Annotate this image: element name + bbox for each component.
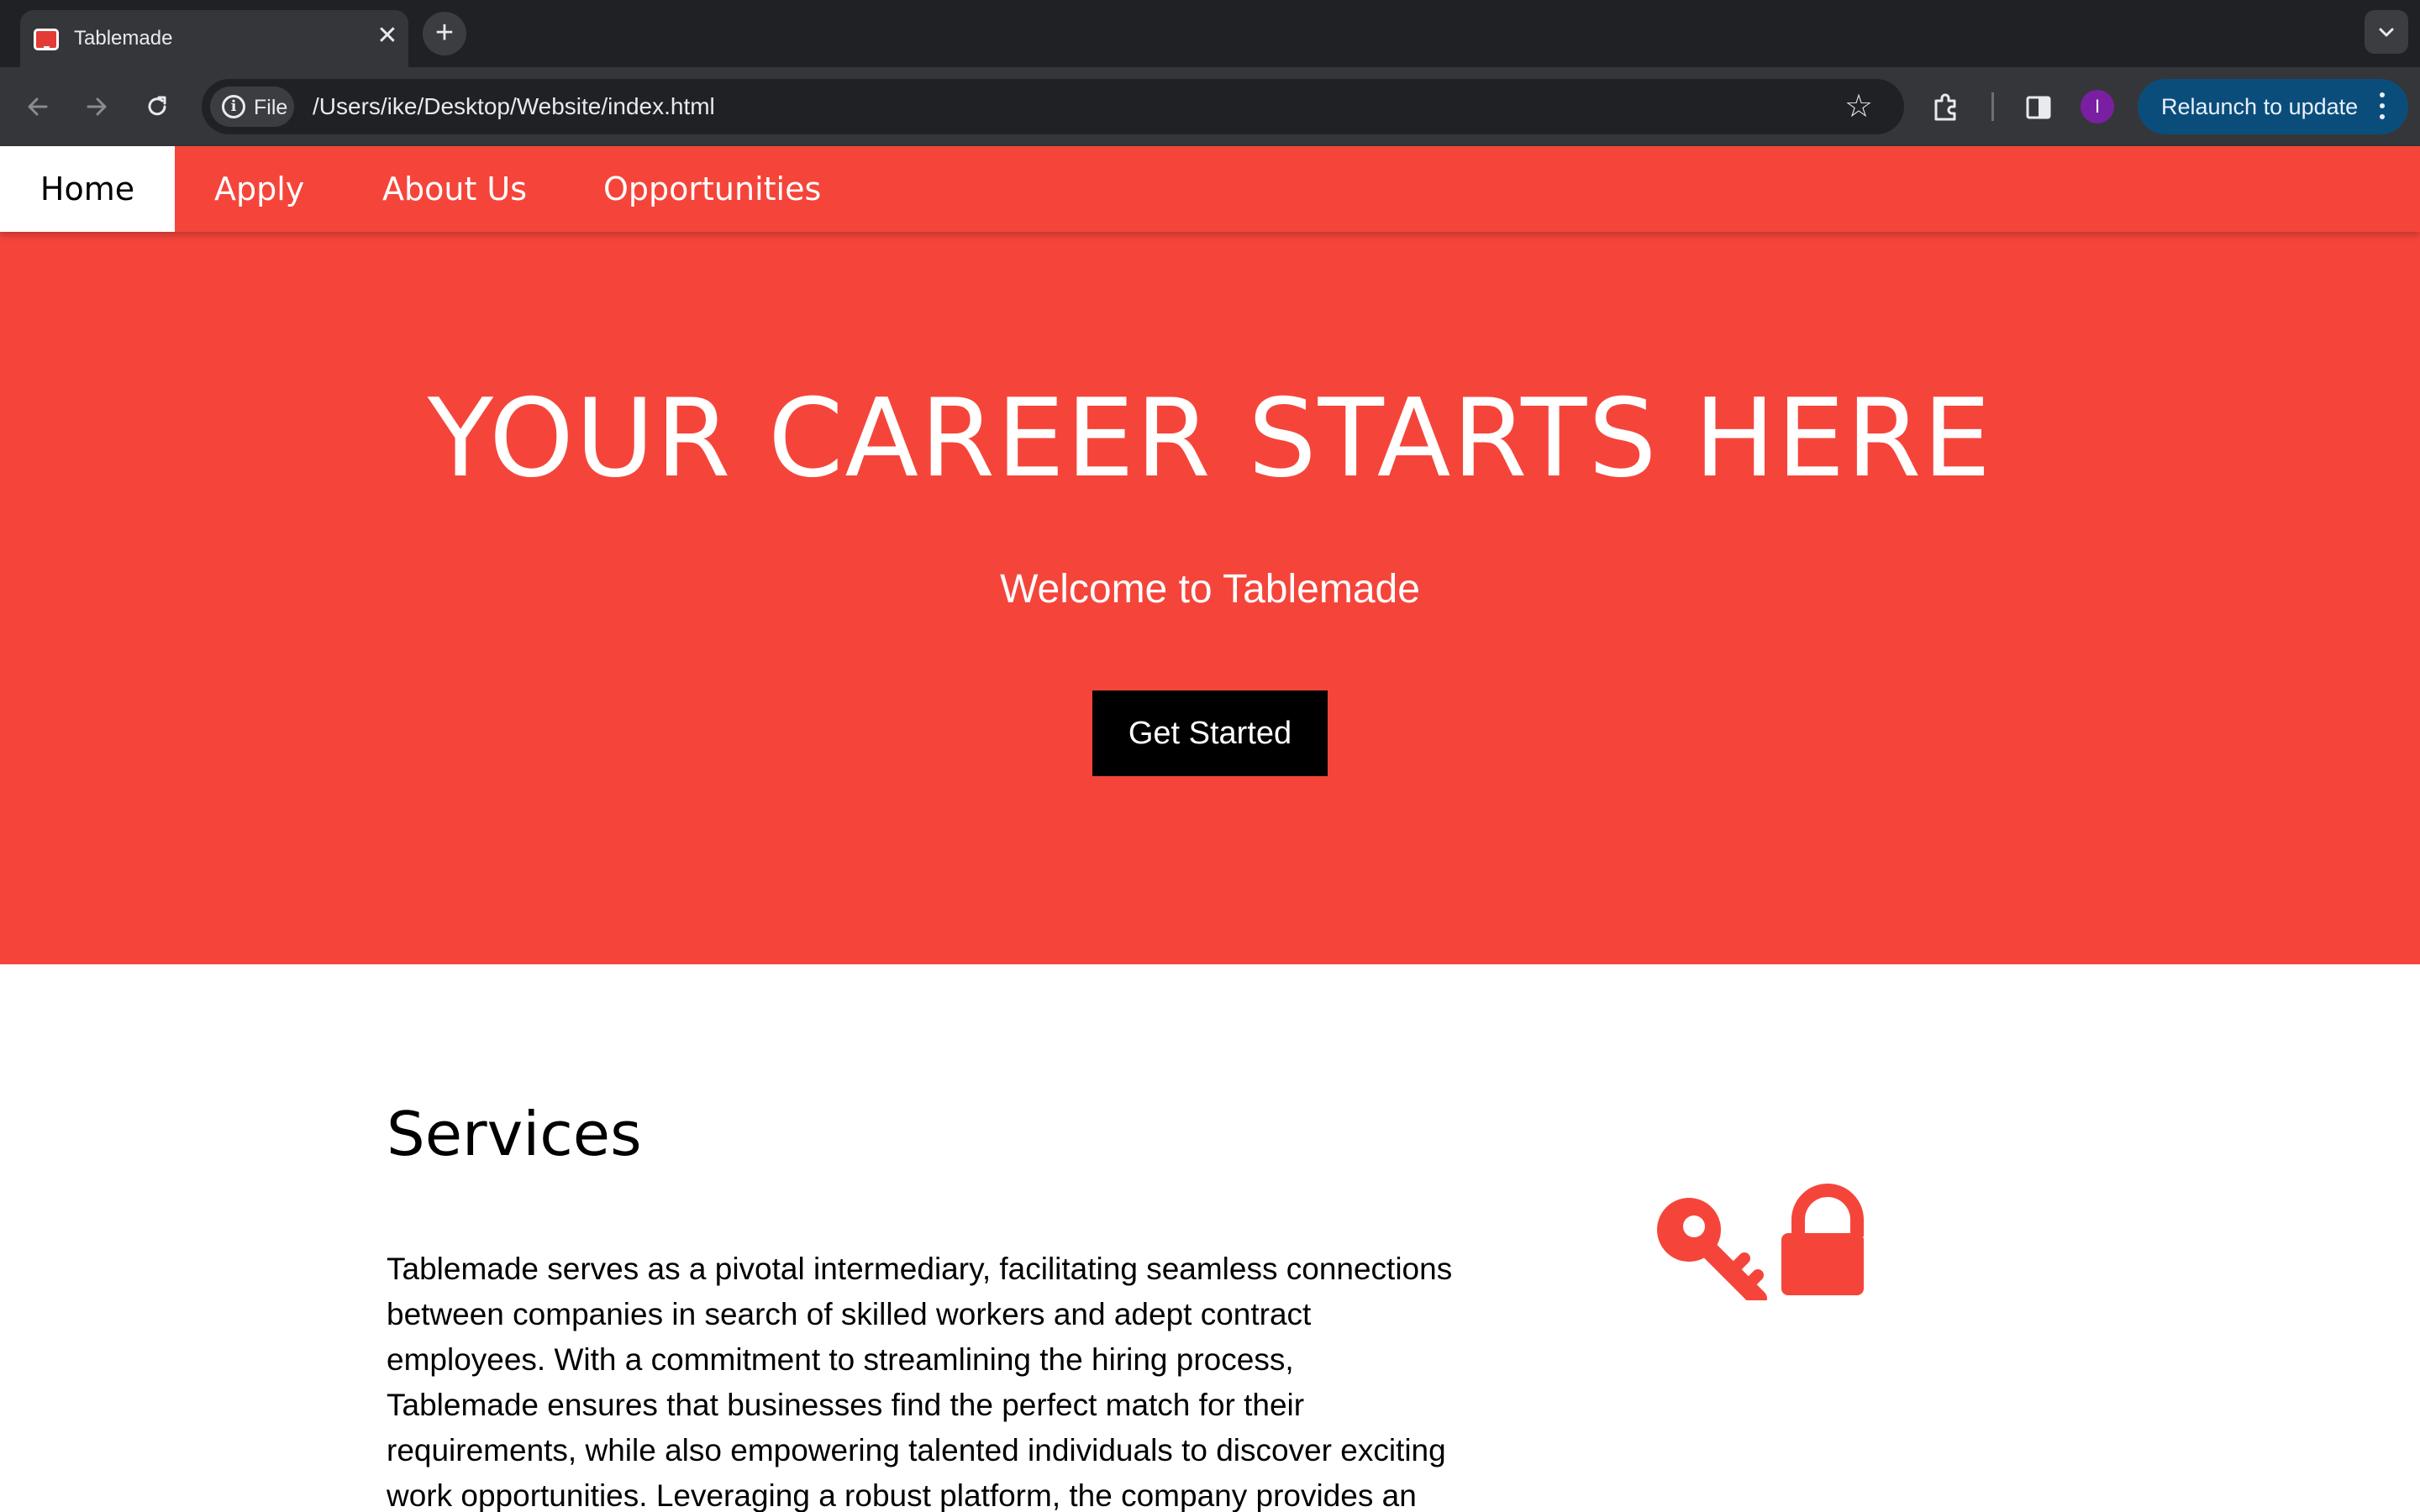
nav-link-opportunities[interactable]: Opportunities <box>603 146 821 232</box>
side-panel-button[interactable] <box>2020 89 2057 126</box>
hero-title: YOUR CAREER STARTS HERE <box>427 376 1993 501</box>
tab-title: Tablemade <box>74 27 173 50</box>
address-bar[interactable]: i File /Users/ike/Desktop/Website/index.… <box>202 79 1904 134</box>
nav-link-home[interactable]: Home <box>0 146 175 232</box>
site-favicon-icon <box>34 29 59 50</box>
relaunch-to-update-button[interactable]: Relaunch to update <box>2138 79 2408 134</box>
url-text[interactable]: /Users/ike/Desktop/Website/index.html <box>313 93 715 120</box>
profile-avatar[interactable]: I <box>2081 90 2114 123</box>
site-navbar: Home Apply About Us Opportunities <box>0 146 2420 232</box>
services-section: Services Tablemade serves as a pivotal i… <box>0 964 2420 1512</box>
browser-tab[interactable]: Tablemade ✕ <box>20 10 408 67</box>
reload-button[interactable] <box>136 86 178 128</box>
toolbar-divider <box>1991 92 1994 121</box>
site-info-label: File <box>254 96 288 119</box>
reload-icon <box>148 96 166 116</box>
services-heading: Services <box>387 1099 642 1169</box>
site-info-button[interactable]: i File <box>210 87 294 127</box>
back-button[interactable] <box>17 86 59 128</box>
chevron-down-icon <box>2379 28 2394 37</box>
tab-close-icon[interactable]: ✕ <box>373 22 402 50</box>
nav-link-apply[interactable]: Apply <box>214 146 304 232</box>
arrow-left-icon <box>28 97 48 116</box>
info-icon: i <box>222 95 245 118</box>
services-description: Tablemade serves as a pivotal intermedia… <box>387 1252 1453 1512</box>
browser-tab-strip: Tablemade ✕ + <box>0 0 2420 67</box>
puzzle-icon <box>1934 93 1956 121</box>
nav-link-about-us[interactable]: About Us <box>382 146 527 232</box>
tab-search-button[interactable] <box>2365 10 2408 54</box>
relaunch-label: Relaunch to update <box>2161 94 2359 119</box>
services-illustration <box>1657 1184 1864 1300</box>
extensions-button[interactable] <box>1928 89 1965 126</box>
forward-button[interactable] <box>76 86 118 128</box>
bookmark-star-icon[interactable]: ☆ <box>1842 91 1876 124</box>
new-tab-button[interactable]: + <box>423 12 466 55</box>
browser-toolbar: i File /Users/ike/Desktop/Website/index.… <box>0 67 2420 146</box>
key-icon <box>1657 1198 1767 1300</box>
side-panel-icon <box>2026 96 2051 119</box>
hero-subtitle: Welcome to Tablemade <box>1000 567 1420 612</box>
hero-section: YOUR CAREER STARTS HERE Welcome to Table… <box>0 232 2420 964</box>
get-started-button[interactable]: Get Started <box>1092 690 1328 776</box>
lock-icon <box>1781 1184 1864 1295</box>
arrow-right-icon <box>87 97 107 116</box>
more-menu-icon[interactable] <box>2380 92 2386 121</box>
